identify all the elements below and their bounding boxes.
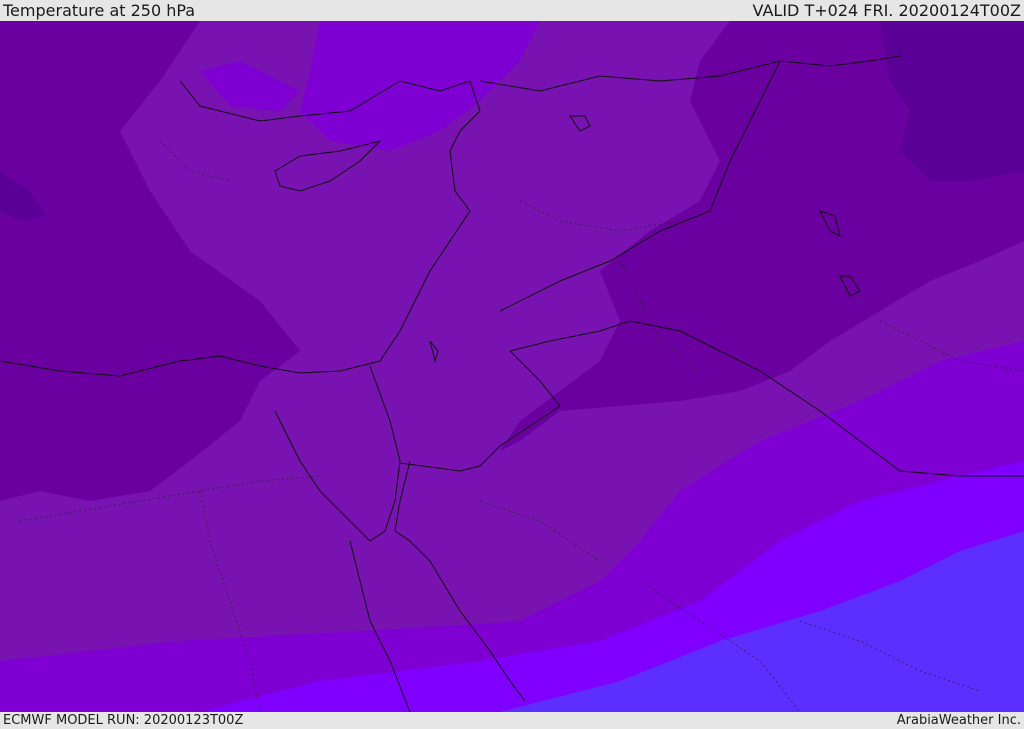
brand-label: ArabiaWeather Inc. [896, 713, 1021, 728]
temperature-map[interactable] [0, 21, 1024, 712]
map-header: Temperature at 250 hPa VALID T+024 FRI. … [0, 0, 1024, 21]
map-footer: ECMWF MODEL RUN: 20200123T00Z ArabiaWeat… [0, 712, 1024, 729]
map-canvas [0, 21, 1024, 712]
valid-time: VALID T+024 FRI. 20200124T00Z [752, 1, 1021, 20]
map-title: Temperature at 250 hPa [3, 1, 196, 20]
model-run: ECMWF MODEL RUN: 20200123T00Z [3, 713, 244, 728]
